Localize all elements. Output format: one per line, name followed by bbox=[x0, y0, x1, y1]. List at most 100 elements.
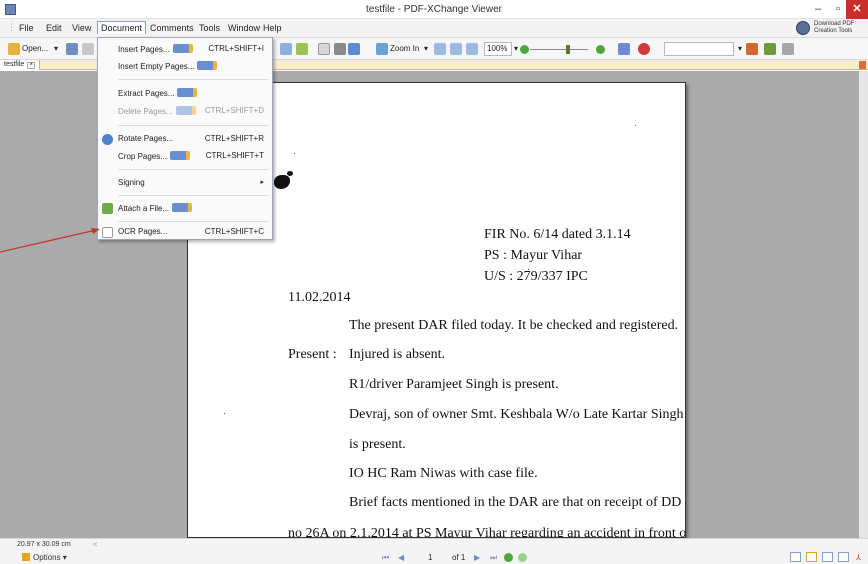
tab-close-icon[interactable]: × bbox=[27, 62, 36, 69]
pen-icon[interactable] bbox=[782, 43, 794, 55]
paragraph-3: R1/driver Paramjeet Singh is present. bbox=[349, 377, 559, 392]
sections: U/S : 279/337 IPC bbox=[484, 269, 588, 284]
title-bar: testfile - PDF-XChange Viewer – ▫ ✕ bbox=[0, 0, 868, 19]
download-promo-line1: Download PDF bbox=[814, 21, 855, 27]
open-folder-icon[interactable] bbox=[8, 43, 20, 55]
menu-item-label: Insert Empty Pages... bbox=[118, 62, 195, 71]
menu-item-crop-pages[interactable]: Crop Pages... CTRL+SHIFT+T bbox=[98, 149, 272, 163]
order-date: 11.02.2014 bbox=[288, 290, 351, 305]
menu-item-insert-pages[interactable]: Insert Pages... CTRL+SHIFT+I bbox=[98, 42, 272, 56]
menu-separator bbox=[118, 169, 268, 170]
menu-item-shortcut: CTRL+SHIFT+R bbox=[204, 134, 264, 143]
download-promo-line2: Creation Tools bbox=[814, 28, 853, 34]
menu-item-shortcut: CTRL+SHIFT+I bbox=[208, 44, 264, 53]
menu-item-delete-pages: Delete Pages... CTRL+SHIFT+D bbox=[98, 104, 272, 118]
continuous-view-icon[interactable] bbox=[806, 552, 817, 562]
page-size-readout: 20.97 x 30.09 cm bbox=[17, 541, 71, 548]
menu-item-extract-pages[interactable]: Extract Pages... bbox=[98, 86, 272, 100]
open-button[interactable]: Open... bbox=[22, 44, 48, 53]
save-icon[interactable] bbox=[66, 43, 78, 55]
single-page-view-icon[interactable] bbox=[790, 552, 801, 562]
scan-speck bbox=[635, 125, 636, 126]
menu-file[interactable]: File bbox=[16, 22, 37, 34]
zoom-dropdown-arrow[interactable]: ▾ bbox=[424, 44, 428, 53]
forward-icon[interactable] bbox=[518, 553, 527, 562]
pro-badge-icon bbox=[169, 151, 190, 160]
pro-badge-icon bbox=[197, 61, 218, 70]
menu-item-ocr-pages[interactable]: OCR Pages... CTRL+SHIFT+C bbox=[98, 225, 272, 239]
grid-view-icon[interactable] bbox=[838, 552, 849, 562]
search-field[interactable] bbox=[664, 42, 734, 56]
select-text-icon[interactable] bbox=[334, 43, 346, 55]
back-icon[interactable] bbox=[504, 553, 513, 562]
close-button[interactable]: ✕ bbox=[846, 0, 868, 19]
zoom-in-button[interactable]: Zoom In bbox=[390, 44, 419, 53]
zoom-out-icon[interactable] bbox=[520, 45, 529, 54]
status-bar: 20.97 x 30.09 cm < Options ▾ ⏮ ◀ 1 of 1 … bbox=[0, 538, 868, 564]
fit-page-icon[interactable] bbox=[450, 43, 462, 55]
comment-tool-icon[interactable] bbox=[638, 43, 650, 55]
menu-item-rotate-pages[interactable]: Rotate Pages... CTRL+SHIFT+R bbox=[98, 132, 272, 146]
scan-speck bbox=[294, 153, 295, 154]
paragraph-8: no 26A on 2.1.2014 at PS Mayur Vihar reg… bbox=[288, 526, 686, 538]
close-all-tabs-icon[interactable] bbox=[859, 61, 866, 69]
menu-comments[interactable]: Comments bbox=[147, 22, 197, 34]
police-station: PS : Mayur Vihar bbox=[484, 248, 583, 263]
highlight-icon[interactable] bbox=[764, 43, 776, 55]
pro-badge-icon bbox=[172, 44, 193, 53]
actual-size-icon[interactable] bbox=[434, 43, 446, 55]
menu-item-shortcut: CTRL+SHIFT+D bbox=[204, 106, 264, 115]
menu-item-signing[interactable]: Signing ▸ bbox=[98, 176, 272, 190]
zoom-in-icon[interactable] bbox=[376, 43, 388, 55]
menu-tools[interactable]: Tools bbox=[196, 22, 223, 34]
zoom-in-small-icon[interactable] bbox=[596, 45, 605, 54]
pdf-icon[interactable]: ⅄ bbox=[856, 553, 866, 562]
last-page-button[interactable]: ⏭ bbox=[490, 553, 500, 562]
options-button[interactable]: Options ▾ bbox=[22, 553, 67, 562]
snapshot-icon[interactable] bbox=[348, 43, 360, 55]
search-dropdown-arrow[interactable]: ▾ bbox=[738, 44, 742, 53]
hand-tool-icon[interactable] bbox=[318, 43, 330, 55]
menu-help[interactable]: Help bbox=[260, 22, 285, 34]
menu-window[interactable]: Window bbox=[225, 22, 263, 34]
menu-item-shortcut: CTRL+SHIFT+T bbox=[205, 151, 264, 160]
paragraph-7: Brief facts mentioned in the DAR are tha… bbox=[349, 495, 682, 510]
zoom-level-dropdown[interactable]: ▾ bbox=[514, 44, 518, 53]
fit-width-icon[interactable] bbox=[466, 43, 478, 55]
print-icon[interactable] bbox=[82, 43, 94, 55]
fir-number: FIR No. 6/14 dated 3.1.14 bbox=[484, 227, 631, 242]
paragraph-5: is present. bbox=[349, 437, 406, 452]
download-icon bbox=[796, 21, 810, 35]
menu-item-label: Attach a File... bbox=[118, 204, 170, 213]
options-icon bbox=[22, 553, 30, 561]
tab-testfile[interactable]: testfile × bbox=[0, 60, 41, 70]
zoom-slider[interactable] bbox=[530, 49, 588, 50]
menu-bar: ⋮ File Edit View Document Comments Tools… bbox=[0, 19, 868, 38]
next-page-button[interactable]: ▶ bbox=[474, 553, 484, 562]
facing-view-icon[interactable] bbox=[822, 552, 833, 562]
current-page-input[interactable]: 1 bbox=[428, 553, 432, 562]
vertical-scrollbar[interactable] bbox=[859, 71, 868, 538]
paragraph-6: IO HC Ram Niwas with case file. bbox=[349, 466, 538, 481]
page-icon[interactable] bbox=[280, 43, 292, 55]
ocr-pages-icon bbox=[102, 227, 113, 238]
download-promo[interactable]: Download PDF Creation Tools bbox=[796, 20, 866, 37]
zoom-level-input[interactable]: 100% bbox=[484, 42, 512, 56]
first-page-button[interactable]: ⏮ bbox=[382, 553, 392, 562]
menu-item-attach-file[interactable]: Attach a File... bbox=[98, 201, 272, 215]
zoom-slider-knob[interactable] bbox=[566, 45, 570, 54]
view-icon[interactable] bbox=[618, 43, 630, 55]
scroll-left-arrow[interactable]: < bbox=[93, 540, 98, 549]
menu-item-insert-empty-pages[interactable]: Insert Empty Pages... bbox=[98, 59, 272, 73]
menu-edit[interactable]: Edit bbox=[43, 22, 65, 34]
prev-page-button[interactable]: ◀ bbox=[398, 553, 408, 562]
open-dropdown-arrow[interactable]: ▾ bbox=[54, 44, 58, 53]
paragraph-4: Devraj, son of owner Smt. Keshbala W/o L… bbox=[349, 407, 684, 422]
menu-document[interactable]: Document bbox=[97, 21, 147, 34]
stamp-icon[interactable] bbox=[746, 43, 758, 55]
rotate-icon[interactable] bbox=[296, 43, 308, 55]
menu-item-label: Delete Pages... bbox=[118, 107, 173, 116]
scan-speck bbox=[224, 413, 225, 414]
ink-blot-small bbox=[287, 171, 293, 176]
menu-view[interactable]: View bbox=[69, 22, 94, 34]
